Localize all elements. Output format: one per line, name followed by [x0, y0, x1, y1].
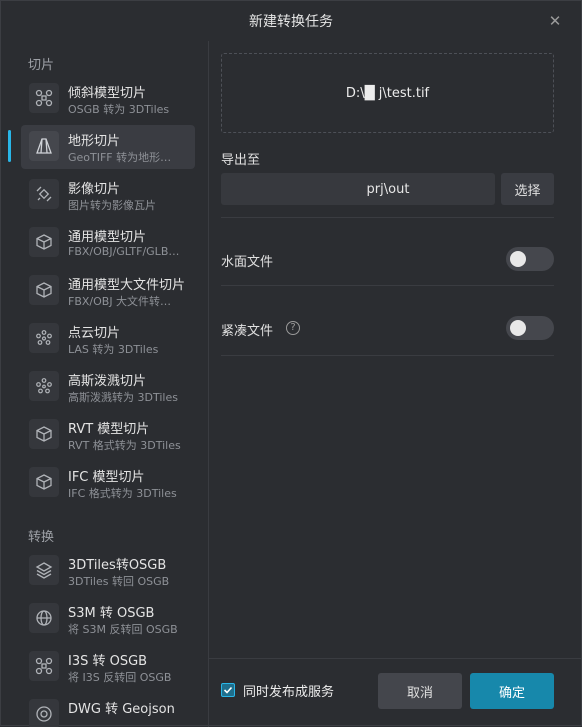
- terrain-icon: [29, 131, 59, 161]
- export-path-input[interactable]: [221, 173, 495, 205]
- sidebar-item-terrain[interactable]: 地形切片 GeoTIFF 转为地形…: [21, 125, 195, 169]
- divider: [221, 285, 554, 286]
- dialog-title: 新建转换任务: [249, 14, 333, 30]
- publish-service-label[interactable]: 同时发布成服务: [243, 681, 334, 700]
- sidebar-item-label: I3S 转 OSGB: [68, 654, 148, 669]
- sidebar-item-oblique[interactable]: 倾斜模型切片 OSGB 转为 3DTiles: [21, 77, 195, 121]
- sidebar-item-sub: LAS 转为 3DTiles: [68, 343, 159, 356]
- sidebar-item-s3m-to-osgb[interactable]: S3M 转 OSGB 将 S3M 反转回 OSGB: [21, 597, 195, 641]
- new-conversion-dialog: 新建转换任务 ✕ 切片 倾斜模型切片 OSGB 转为 3DTiles 地形切片 …: [0, 0, 582, 727]
- sidebar-item-generic-model[interactable]: 通用模型切片 FBX/OBJ/GLTF/GLB…: [21, 221, 195, 265]
- task-type-sidebar: 切片 倾斜模型切片 OSGB 转为 3DTiles 地形切片 GeoTIFF 转…: [1, 41, 209, 727]
- cancel-button[interactable]: 取消: [378, 673, 462, 709]
- source-file-path: D:\█ j\test.tif: [345, 85, 430, 101]
- gaussian-splat-icon: [29, 371, 59, 401]
- sidebar-item-sub: RVT 格式转为 3DTiles: [68, 439, 181, 452]
- sidebar-item-3dtiles-to-osgb[interactable]: 3DTiles转OSGB 3DTiles 转回 OSGB: [21, 549, 195, 593]
- drone-icon: [29, 83, 59, 113]
- publish-service-checkbox[interactable]: [221, 683, 235, 697]
- cube-icon: [29, 227, 59, 257]
- source-file-dropzone[interactable]: D:\█ j\test.tif: [221, 53, 554, 133]
- sidebar-item-label: 通用模型切片: [68, 230, 147, 245]
- point-cloud-icon: [29, 323, 59, 353]
- sidebar-item-label: IFC 模型切片: [68, 470, 145, 485]
- section-label-convert: 转换: [28, 530, 55, 545]
- help-icon[interactable]: ?: [286, 321, 300, 335]
- sidebar-item-gaussian[interactable]: 高斯泼溅切片 高斯泼溅转为 3DTiles: [21, 365, 195, 409]
- cube-icon: [29, 419, 59, 449]
- choose-folder-button[interactable]: 选择: [501, 173, 554, 205]
- cube-icon: [29, 275, 59, 305]
- sidebar-item-sub: 3DTiles 转回 OSGB: [68, 575, 170, 588]
- dwg-icon: [29, 699, 59, 727]
- dialog-footer: 同时发布成服务 取消 确定: [209, 658, 581, 727]
- export-label: 导出至: [221, 153, 261, 168]
- active-indicator: [8, 130, 11, 162]
- sidebar-item-sub: 将 I3S 反转回 OSGB: [68, 671, 172, 684]
- water-file-label: 水面文件: [221, 255, 274, 270]
- sidebar-item-label: S3M 转 OSGB: [68, 606, 155, 621]
- sidebar-item-label: 地形切片: [68, 134, 121, 149]
- water-file-toggle[interactable]: [506, 247, 554, 271]
- sidebar-item-sub: IFC 格式转为 3DTiles: [68, 487, 177, 500]
- sidebar-item-sub: 将 S3M 反转回 OSGB: [68, 623, 178, 636]
- sidebar-item-sub: OSGB 转为 3DTiles: [68, 103, 170, 116]
- sidebar-item-label: RVT 模型切片: [68, 422, 150, 437]
- dialog-titlebar: 新建转换任务 ✕: [1, 1, 581, 41]
- satellite-icon: [29, 179, 59, 209]
- sidebar-item-ifc[interactable]: IFC 模型切片 IFC 格式转为 3DTiles: [21, 461, 195, 505]
- sidebar-item-label: DWG 转 Geojson: [68, 702, 175, 717]
- sidebar-item-rvt[interactable]: RVT 模型切片 RVT 格式转为 3DTiles: [21, 413, 195, 457]
- compact-file-label: 紧凑文件: [221, 324, 274, 339]
- toggle-knob: [510, 251, 526, 267]
- sidebar-item-label: 3DTiles转OSGB: [68, 558, 167, 573]
- globe-icon: [29, 603, 59, 633]
- divider: [221, 217, 554, 218]
- divider: [221, 355, 554, 356]
- sidebar-item-label: 通用模型大文件切片: [68, 278, 186, 293]
- sidebar-item-label: 影像切片: [68, 182, 121, 197]
- drone-icon: [29, 651, 59, 681]
- sidebar-item-imagery[interactable]: 影像切片 图片转为影像瓦片: [21, 173, 195, 217]
- confirm-button[interactable]: 确定: [470, 673, 554, 709]
- sidebar-item-sub: FBX/OBJ 大文件转…: [68, 295, 172, 308]
- sidebar-item-generic-large-model[interactable]: 通用模型大文件切片 FBX/OBJ 大文件转…: [21, 269, 195, 313]
- sidebar-item-sub: GeoTIFF 转为地形…: [68, 151, 172, 164]
- task-settings-panel: D:\█ j\test.tif 导出至 选择 水面文件 紧凑文件 ? 同时发布成…: [209, 41, 581, 727]
- sidebar-item-i3s-to-osgb[interactable]: I3S 转 OSGB 将 I3S 反转回 OSGB: [21, 645, 195, 689]
- sidebar-item-point-cloud[interactable]: 点云切片 LAS 转为 3DTiles: [21, 317, 195, 361]
- sidebar-item-label: 点云切片: [68, 326, 121, 341]
- sidebar-item-label: 倾斜模型切片: [68, 86, 147, 101]
- toggle-knob: [510, 320, 526, 336]
- cube-icon: [29, 467, 59, 497]
- layers-icon: [29, 555, 59, 585]
- compact-file-toggle[interactable]: [506, 316, 554, 340]
- sidebar-item-label: 高斯泼溅切片: [68, 374, 147, 389]
- sidebar-item-sub: 高斯泼溅转为 3DTiles: [68, 391, 178, 404]
- sidebar-item-sub: 图片转为影像瓦片: [68, 199, 156, 212]
- sidebar-item-sub: FBX/OBJ/GLTF/GLB…: [68, 245, 180, 258]
- close-icon[interactable]: ✕: [547, 13, 563, 29]
- section-label-tiles: 切片: [28, 58, 55, 73]
- sidebar-item-dwg-to-geojson[interactable]: DWG 转 Geojson: [21, 693, 195, 727]
